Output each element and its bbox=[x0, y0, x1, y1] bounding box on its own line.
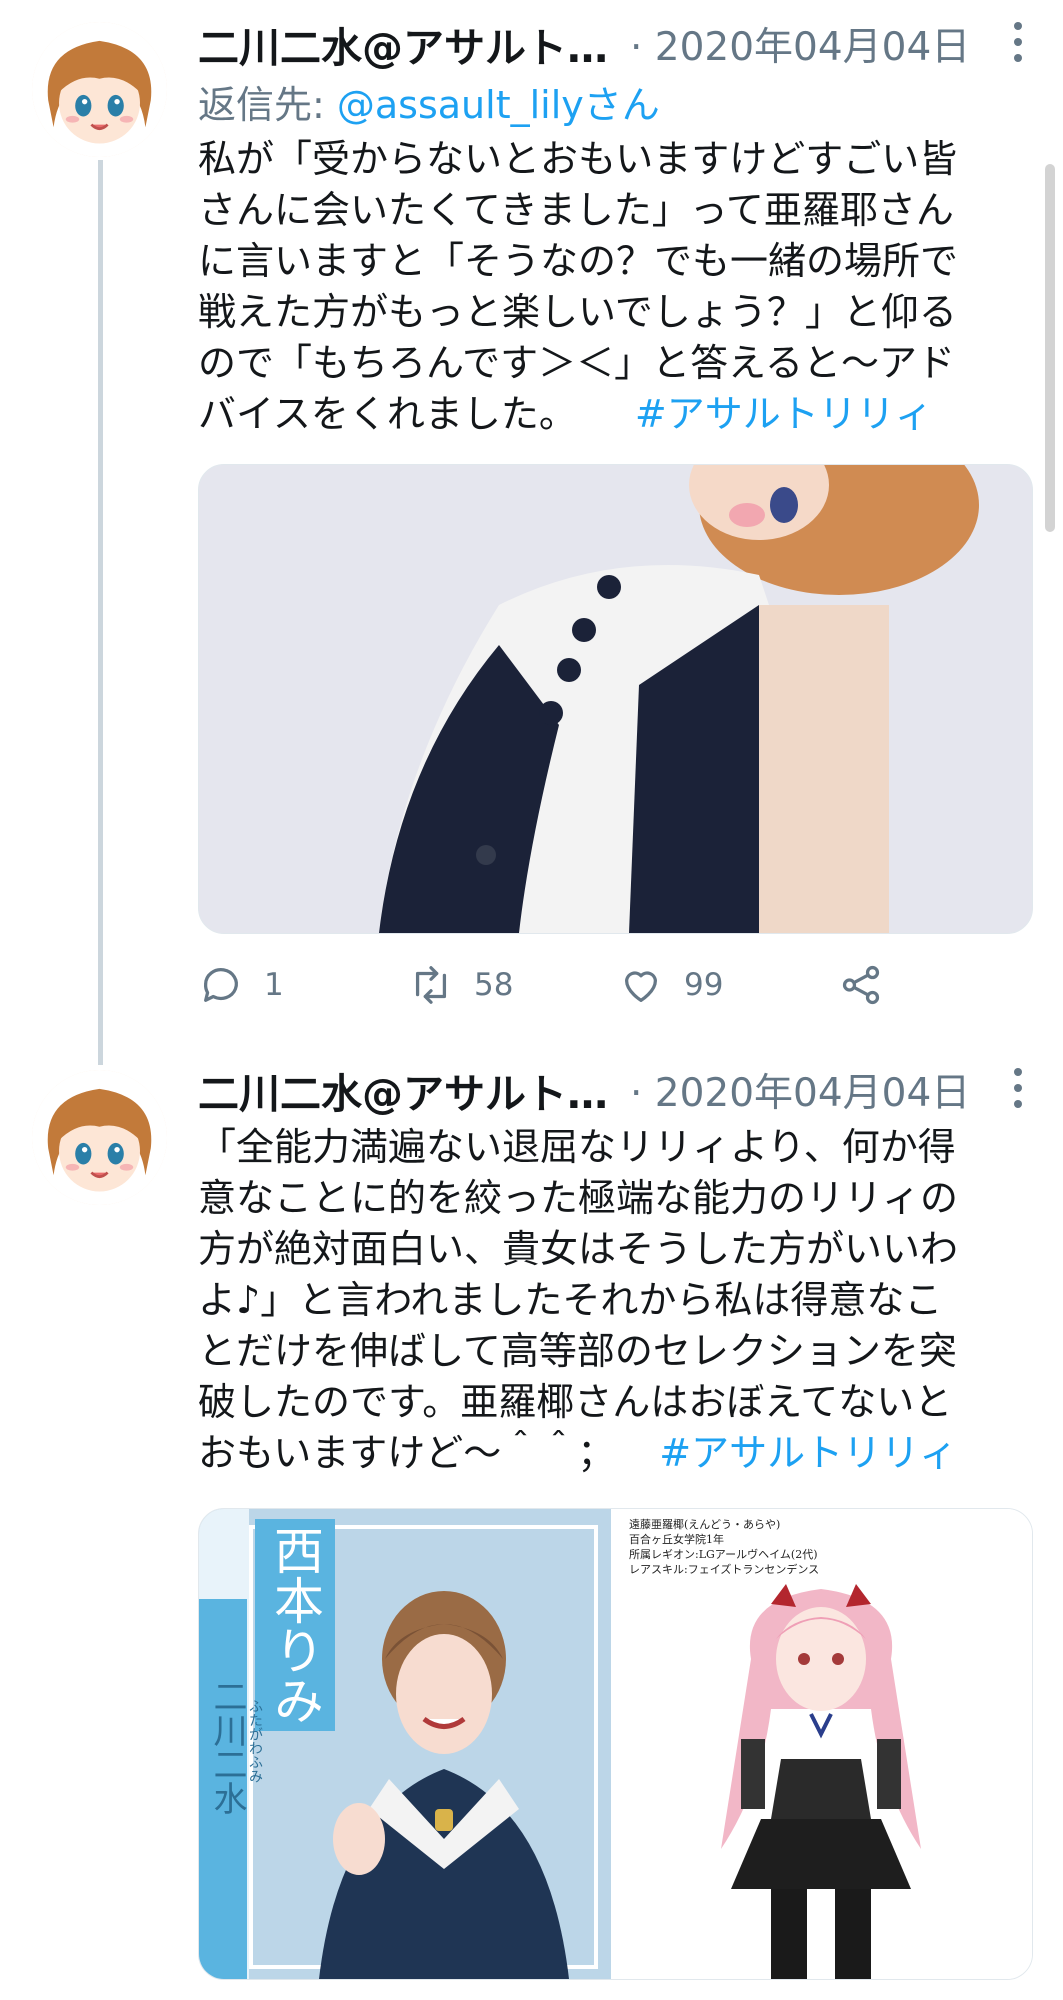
hashtag-link[interactable]: #アサルトリリィ bbox=[635, 392, 933, 436]
tweet-body-line: 破したのです。亜羅椰さんはおぼえてないと bbox=[198, 1380, 953, 1424]
tweet-body-line-last: バイスをくれました。 #アサルトリリィ bbox=[198, 389, 1028, 440]
tweet-date[interactable]: · 2020年04月04日 bbox=[630, 1062, 970, 1118]
tweet-body-line: 私が「受からないとおもいますけどすごい皆 bbox=[198, 137, 958, 181]
tweet-body-line: に言いますと「そうなの？でも一緒の場所で bbox=[198, 239, 959, 283]
avatar[interactable] bbox=[32, 22, 167, 157]
tweet-body: 「全能力満遍ない退屈なリリィより、何か得 意なことに的を絞った極端な能力のリリィ… bbox=[198, 1122, 1028, 1479]
tweet[interactable]: 二川二水@アサルト… · 2020年04月04日 返信先: @assault_l… bbox=[0, 0, 1063, 1065]
tweet-body-line-last: おもいますけど～＾＾； #アサルトリリィ bbox=[198, 1428, 1028, 1479]
tweet-body-line: 戦えた方がもっと楽しいでしょう？」と仰る bbox=[198, 290, 957, 334]
author-name[interactable]: 二川二水@アサルト… bbox=[198, 14, 608, 74]
tweet-body-line: よ♪」と言われましたそれから私は得意なこ bbox=[198, 1278, 943, 1322]
heart-icon bbox=[624, 971, 658, 1002]
avatar-illustration bbox=[32, 22, 167, 157]
thread-connector-line bbox=[98, 160, 103, 1065]
retweet-icon bbox=[415, 966, 447, 1004]
share-icon bbox=[842, 965, 880, 1005]
reply-button[interactable]: 1 bbox=[198, 955, 284, 1015]
tweet-photo-right[interactable]: 遠藤亜羅椰(えんどう・あらや) 百合ヶ丘女学院1年 所属レギオン:LGアールヴヘ… bbox=[621, 1509, 1032, 1979]
share-button[interactable] bbox=[838, 955, 884, 1015]
cast-name: 西本りみ bbox=[255, 1519, 335, 1731]
doll-photo bbox=[199, 465, 1032, 933]
tweet-header: 二川二水@アサルト… · 2020年04月04日 bbox=[198, 14, 1063, 72]
comment-icon bbox=[204, 968, 238, 1002]
reply-to: 返信先: @assault_lilyさん bbox=[198, 74, 660, 129]
tweet-date[interactable]: · 2020年04月04日 bbox=[630, 16, 970, 72]
avatar[interactable] bbox=[32, 1070, 167, 1205]
tweet-body-line: 「全能力満遍ない退屈なリリィより、何か得 bbox=[198, 1125, 956, 1169]
like-button[interactable]: 99 bbox=[618, 955, 723, 1015]
more-vertical-icon[interactable] bbox=[998, 1060, 1038, 1116]
reply-count: 1 bbox=[264, 967, 284, 1003]
reply-to-label: 返信先: bbox=[198, 83, 337, 127]
more-vertical-icon[interactable] bbox=[998, 14, 1038, 70]
tweet-photo-left[interactable]: 西本りみ 二川二水 ふたがわふみ bbox=[199, 1509, 611, 1979]
avatar-illustration bbox=[32, 1070, 167, 1205]
tweet-body-line: 方が絶対面白い、貴女はそうした方がいいわ bbox=[198, 1227, 959, 1271]
reply-mention-link[interactable]: @assault_lilyさん bbox=[337, 83, 660, 127]
character-illustration bbox=[721, 1584, 921, 1979]
tweet-body: 私が「受からないとおもいますけどすごい皆 さんに会いたくてきました」って亜羅耶さ… bbox=[198, 134, 1028, 440]
retweet-button[interactable]: 58 bbox=[408, 955, 513, 1015]
tweet-body-text: おもいますけど～＾＾； bbox=[198, 1431, 616, 1475]
scrollbar[interactable] bbox=[1045, 164, 1055, 532]
tweet-header: 二川二水@アサルト… · 2020年04月04日 bbox=[198, 1060, 1063, 1118]
like-count: 99 bbox=[684, 967, 724, 1003]
tweet-photo[interactable] bbox=[198, 464, 1033, 934]
tweet-photo-grid: 西本りみ 二川二水 ふたがわふみ 遠藤亜羅椰(えんどう・あらや) 百合ヶ丘女学院… bbox=[198, 1508, 1033, 1980]
tweet-body-line: 意なことに的を絞った極端な能力のリリィの bbox=[198, 1176, 959, 1220]
tweet[interactable]: 二川二水@アサルト… · 2020年04月04日 「全能力満遍ない退屈なリリィよ… bbox=[0, 1060, 1063, 2000]
tweet-body-text: バイスをくれました。 bbox=[198, 392, 577, 436]
author-name[interactable]: 二川二水@アサルト… bbox=[198, 1060, 608, 1120]
tweet-body-line: さんに会いたくてきました」って亜羅耶さん bbox=[198, 188, 954, 232]
character-name-ruby: ふたがわふみ bbox=[247, 1699, 263, 1783]
tweet-body-line: ので「もちろんです＞＜」と答えると～アド bbox=[198, 341, 955, 385]
tweet-body-line: とだけを伸ばして高等部のセレクションを突 bbox=[198, 1329, 957, 1373]
hashtag-link[interactable]: #アサルトリリィ bbox=[659, 1431, 957, 1475]
retweet-count: 58 bbox=[474, 967, 514, 1003]
tweet-actions: 1 58 99 bbox=[198, 955, 898, 1015]
